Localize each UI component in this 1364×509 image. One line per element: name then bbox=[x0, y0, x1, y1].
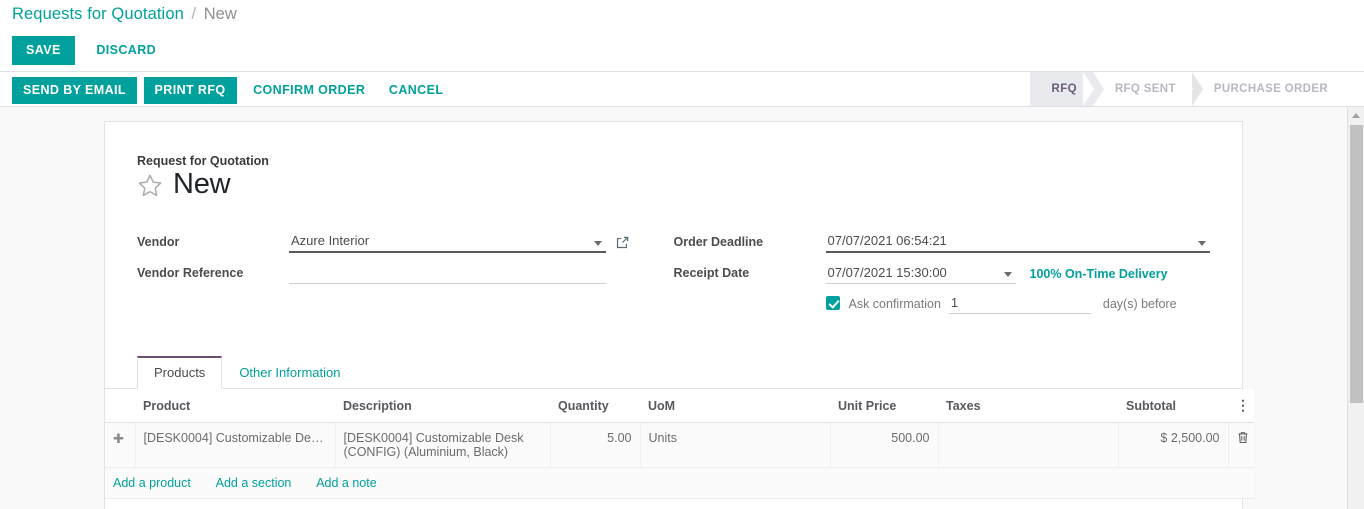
receipt-date-label: Receipt Date bbox=[673, 266, 750, 280]
cancel-button[interactable]: CANCEL bbox=[379, 77, 453, 104]
tab-products[interactable]: Products bbox=[137, 356, 223, 389]
col-quantity[interactable]: Quantity bbox=[550, 389, 640, 423]
order-deadline-value-wrap bbox=[825, 231, 1210, 253]
field-vendor-reference: Vendor Reference bbox=[137, 256, 630, 284]
vertical-dots-icon[interactable]: ⋮ bbox=[1236, 397, 1250, 413]
col-unit-price[interactable]: Unit Price bbox=[830, 389, 938, 423]
cell-uom[interactable]: Units bbox=[639, 422, 830, 468]
col-description[interactable]: Description bbox=[335, 389, 550, 423]
col-taxes[interactable]: Taxes bbox=[938, 389, 1118, 423]
form-column-left: Vendor Azure Interior Vendor Reference bbox=[137, 225, 674, 314]
status-bar: RFQ RFQ SENT PURCHASE ORDER bbox=[1029, 72, 1344, 106]
cell-delete[interactable] bbox=[1227, 422, 1254, 468]
cell-quantity[interactable]: 5.00 bbox=[549, 422, 640, 468]
col-handle bbox=[105, 389, 135, 423]
ask-confirmation-suffix: day(s) before bbox=[1102, 297, 1177, 311]
breadcrumb-root-link[interactable]: Requests for Quotation bbox=[12, 5, 184, 23]
table-row[interactable]: ✚ [DESK0004] Customizable Des… [DESK0004… bbox=[105, 422, 1254, 468]
order-lines-table: Product Description Quantity UoM Unit Pr… bbox=[105, 389, 1254, 499]
col-uom[interactable]: UoM bbox=[640, 389, 830, 423]
save-discard-bar: SAVE DISCARD bbox=[0, 30, 1364, 72]
cell-product[interactable]: [DESK0004] Customizable Des… bbox=[134, 422, 335, 468]
star-outline-icon[interactable] bbox=[137, 172, 163, 198]
breadcrumb: Requests for Quotation / New bbox=[0, 0, 1364, 30]
add-links-cell: Add a product Add a section Add a note bbox=[105, 467, 1254, 499]
notebook: Products Other Information Product Descr… bbox=[105, 356, 1254, 499]
notebook-tabs: Products Other Information bbox=[105, 356, 1242, 389]
ask-confirmation-label: Ask confirmation bbox=[848, 297, 941, 311]
cell-description[interactable]: [DESK0004] Customizable Desk (CONFIG) (A… bbox=[334, 422, 550, 468]
add-a-note-link[interactable]: Add a note bbox=[316, 476, 376, 490]
confirm-order-button[interactable]: CONFIRM ORDER bbox=[243, 77, 375, 104]
status-step-purchase-order[interactable]: PURCHASE ORDER bbox=[1192, 72, 1344, 106]
table-header-row: Product Description Quantity UoM Unit Pr… bbox=[105, 389, 1254, 423]
form-page: Request for Quotation New Vendor Azure I… bbox=[0, 107, 1364, 509]
col-options[interactable]: ⋮ bbox=[1228, 389, 1254, 423]
add-a-section-link[interactable]: Add a section bbox=[216, 476, 292, 490]
discard-button[interactable]: DISCARD bbox=[84, 36, 168, 65]
scroll-up-arrow-icon[interactable] bbox=[1348, 107, 1364, 124]
status-step-rfq[interactable]: RFQ bbox=[1029, 72, 1105, 106]
vendor-input[interactable] bbox=[289, 231, 606, 253]
vendor-reference-input[interactable] bbox=[289, 263, 606, 284]
order-deadline-input[interactable] bbox=[825, 231, 1210, 253]
order-lines-header: Product Description Quantity UoM Unit Pr… bbox=[105, 389, 1254, 423]
field-order-deadline: Order Deadline bbox=[673, 225, 1210, 253]
order-lines-body: ✚ [DESK0004] Customizable Des… [DESK0004… bbox=[105, 422, 1254, 499]
receipt-date-value-wrap bbox=[825, 263, 1016, 284]
print-rfq-button[interactable]: PRINT RFQ bbox=[143, 77, 237, 104]
save-button[interactable]: SAVE bbox=[12, 36, 75, 65]
vendor-reference-label: Vendor Reference bbox=[137, 266, 244, 280]
field-vendor: Vendor bbox=[137, 225, 630, 253]
row-drag-cell[interactable]: ✚ bbox=[105, 422, 135, 468]
add-a-product-link[interactable]: Add a product bbox=[113, 476, 191, 490]
cell-subtotal: $ 2,500.00 bbox=[1117, 422, 1228, 468]
record-title-row: New bbox=[137, 170, 1210, 199]
vendor-label: Vendor bbox=[137, 235, 180, 249]
order-deadline-label: Order Deadline bbox=[673, 235, 764, 249]
form-sheet: Request for Quotation New Vendor Azure I… bbox=[104, 121, 1254, 509]
ask-confirmation-days-input[interactable] bbox=[948, 294, 1091, 314]
form-subtitle: Request for Quotation bbox=[137, 154, 269, 168]
page-title: New bbox=[173, 168, 231, 200]
cell-taxes[interactable] bbox=[937, 422, 1118, 468]
field-receipt-date: Receipt Date 100% On-Time Delivery bbox=[674, 256, 1211, 284]
send-by-email-button[interactable]: SEND BY EMAIL bbox=[12, 77, 137, 104]
ask-confirmation-checkbox[interactable] bbox=[825, 296, 840, 310]
form-column-right: Order Deadline Receipt Date bbox=[673, 225, 1211, 314]
sheet-wrapper: Request for Quotation New Vendor Azure I… bbox=[0, 107, 1364, 509]
vendor-value-wrap bbox=[289, 231, 606, 253]
scrollbar-thumb[interactable] bbox=[1350, 125, 1363, 403]
action-buttons: SEND BY EMAIL PRINT RFQ CONFIRM ORDER CA… bbox=[12, 72, 453, 104]
status-step-rfq-sent[interactable]: RFQ SENT bbox=[1093, 72, 1203, 106]
breadcrumb-current: New bbox=[203, 5, 237, 23]
trash-icon[interactable] bbox=[1237, 432, 1249, 447]
external-link-icon[interactable] bbox=[615, 235, 630, 250]
on-time-delivery-badge[interactable]: 100% On-Time Delivery bbox=[1030, 267, 1168, 284]
receipt-date-input[interactable] bbox=[825, 263, 1016, 284]
vertical-scrollbar[interactable] bbox=[1347, 107, 1364, 509]
cell-product-text: [DESK0004] Customizable Des… bbox=[143, 431, 327, 445]
col-subtotal[interactable]: Subtotal bbox=[1118, 389, 1228, 423]
cell-unit-price[interactable]: 500.00 bbox=[829, 422, 938, 468]
add-links-row: Add a product Add a section Add a note bbox=[105, 467, 1254, 499]
tab-other-information[interactable]: Other Information bbox=[222, 356, 357, 389]
drag-handle-icon[interactable]: ✚ bbox=[113, 431, 124, 446]
form-columns: Vendor Azure Interior Vendor Reference O… bbox=[137, 225, 1210, 314]
col-product[interactable]: Product bbox=[135, 389, 335, 423]
odoo-purchase-rfq-form: Requests for Quotation / New SAVE DISCAR… bbox=[0, 0, 1364, 509]
field-ask-confirmation: Ask confirmation day(s) before bbox=[674, 294, 1211, 314]
breadcrumb-separator: / bbox=[191, 5, 197, 23]
control-panel: SEND BY EMAIL PRINT RFQ CONFIRM ORDER CA… bbox=[0, 72, 1364, 107]
vendor-reference-value-wrap bbox=[289, 263, 606, 284]
